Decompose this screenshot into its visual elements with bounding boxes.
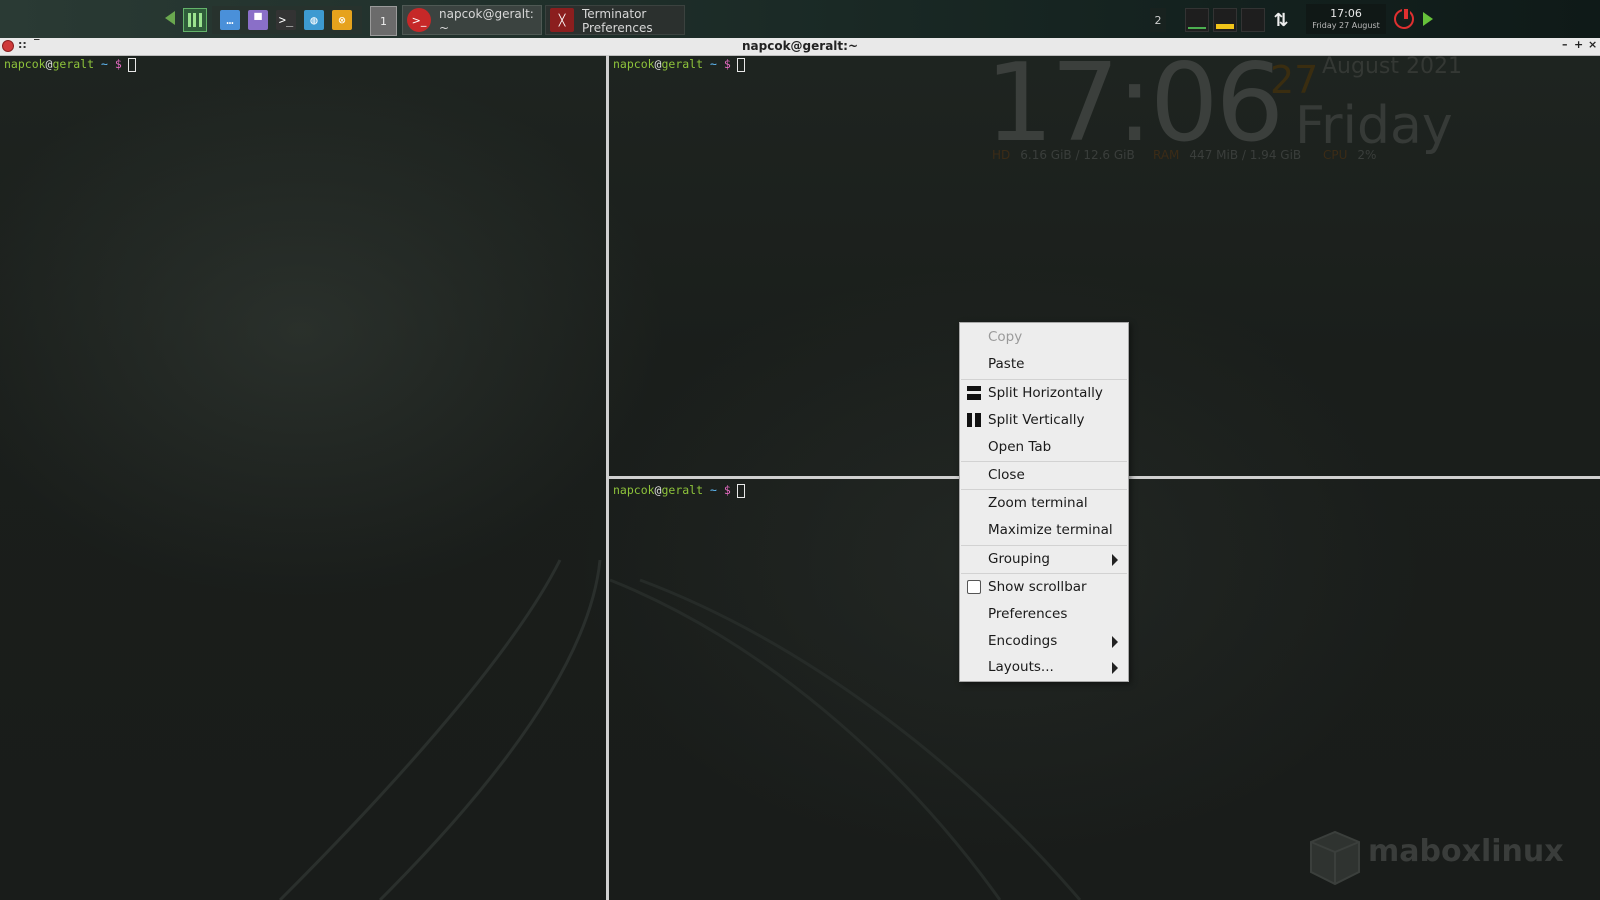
maximize-icon[interactable]: +: [1574, 38, 1583, 51]
power-icon[interactable]: [1394, 7, 1414, 29]
prompt-symbol: $: [114, 57, 122, 71]
task-terminator-preferences[interactable]: ╳ Terminator Preferences: [545, 5, 685, 35]
minimize-icon[interactable]: –: [1562, 38, 1568, 51]
launcher-bar: … ▀ >_ ◍ ⊗: [212, 6, 362, 34]
network-icon[interactable]: ⇅: [1270, 8, 1292, 32]
menu-item-label: Open Tab: [988, 439, 1052, 455]
menu-item-label: Paste: [988, 356, 1025, 372]
menu-item-split-horizontally[interactable]: Split Horizontally: [960, 380, 1128, 407]
terminal-cursor: [127, 57, 136, 72]
menu-item-label: Grouping: [988, 551, 1050, 567]
menu-item-label: Layouts...: [988, 659, 1054, 675]
close-icon[interactable]: ×: [1588, 38, 1597, 51]
terminal-prompt-top-right[interactable]: napcok@geralt ~ $: [613, 57, 745, 72]
terminal-prompt-bottom-right[interactable]: napcok@geralt ~ $: [613, 483, 745, 498]
menu-item-split-vertically[interactable]: Split Vertically: [960, 407, 1128, 434]
checkbox-icon[interactable]: [967, 580, 981, 594]
cpu-label: CPU: [1323, 148, 1348, 162]
prompt-user: napcok: [613, 57, 655, 71]
menu-item-paste[interactable]: Paste: [960, 351, 1128, 378]
hd-label: HD: [992, 148, 1011, 162]
ram-label: RAM: [1153, 148, 1180, 162]
prompt-host: geralt: [661, 57, 704, 71]
menu-item-label: Split Vertically: [988, 412, 1085, 428]
top-panel: … ▀ >_ ◍ ⊗ 1 >_ napcok@geralt: ~ ╳ Termi…: [0, 0, 1600, 38]
menu-item-show-scrollbar[interactable]: Show scrollbar: [960, 574, 1128, 601]
terminal-cursor: [736, 57, 745, 72]
menu-item-label: Preferences: [988, 606, 1068, 622]
conky-ram: RAM 447 MiB / 1.94 GiB: [1153, 148, 1301, 162]
menu-item-encodings[interactable]: Encodings: [960, 628, 1128, 655]
hd-value: 6.16 GiB / 12.6 GiB: [1020, 148, 1135, 162]
menu-item-maximize-terminal[interactable]: Maximize terminal: [960, 517, 1128, 544]
menu-item-preferences[interactable]: Preferences: [960, 601, 1128, 628]
menu-item-open-tab[interactable]: Open Tab: [960, 434, 1128, 461]
menu-item-label: Encodings: [988, 633, 1058, 649]
cpu-graph: [1185, 8, 1209, 32]
menu-item-label: Close: [988, 467, 1025, 483]
submenu-arrow-icon: [1112, 636, 1118, 648]
mabox-logo-icon: [1310, 830, 1360, 886]
ellipsis-icon[interactable]: …: [220, 10, 240, 30]
terminal-red-icon: >_: [407, 8, 431, 32]
terminator-icon: ╳: [550, 8, 574, 32]
conky-weekday: Friday: [1295, 96, 1453, 156]
workspace-2-indicator[interactable]: 2: [1150, 8, 1166, 32]
ram-value: 447 MiB / 1.94 GiB: [1189, 148, 1302, 162]
terminal-icon[interactable]: >_: [276, 10, 296, 30]
conky-month-year: August 2021: [1322, 54, 1462, 79]
browser-icon[interactable]: ◍: [304, 10, 324, 30]
clock-date: Friday 27 August: [1312, 21, 1380, 30]
split-vertical-icon: [967, 413, 981, 427]
prompt-symbol: $: [723, 57, 731, 71]
clock-time: 17:06: [1330, 7, 1362, 20]
prompt-path: ~: [709, 483, 717, 497]
conky-hd: HD 6.16 GiB / 12.6 GiB: [992, 148, 1135, 162]
watermark-text: maboxlinux: [1368, 834, 1564, 869]
conky-time: 17:06: [985, 41, 1284, 166]
task-label: napcok@geralt: ~: [439, 7, 534, 35]
split-horizontal-icon: [967, 386, 981, 400]
menu-item-label: Maximize terminal: [988, 522, 1113, 538]
menu-item-label: Show scrollbar: [988, 579, 1087, 595]
submenu-arrow-icon: [1112, 554, 1118, 566]
menu-item-label: Split Horizontally: [988, 385, 1103, 401]
folder-icon[interactable]: ▀: [248, 10, 268, 30]
prompt-path: ~: [100, 57, 108, 71]
conky-cpu: CPU 2%: [1323, 148, 1376, 162]
window-title: napcok@geralt:~: [741, 39, 858, 53]
terminal-cursor: [736, 483, 745, 498]
prompt-user: napcok: [613, 483, 655, 497]
prompt-symbol: $: [723, 483, 731, 497]
cpu-value: 2%: [1357, 148, 1377, 162]
menu-item-copy[interactable]: Copy: [960, 324, 1128, 351]
swap-graph: [1241, 8, 1265, 32]
prompt-host: geralt: [661, 483, 704, 497]
panel-clock[interactable]: 17:06 Friday 27 August: [1306, 4, 1386, 34]
task-label: Terminator Preferences: [582, 7, 653, 35]
menu-item-layouts[interactable]: Layouts...: [960, 654, 1128, 681]
submenu-arrow-icon: [1112, 662, 1118, 674]
prompt-path: ~: [709, 57, 717, 71]
app-icon[interactable]: ⊗: [332, 10, 352, 30]
prompt-user: napcok: [4, 57, 46, 71]
menu-item-zoom-terminal[interactable]: Zoom terminal: [960, 490, 1128, 517]
menu-item-label: Zoom terminal: [988, 495, 1088, 511]
task-terminal[interactable]: >_ napcok@geralt: ~: [402, 5, 542, 35]
workspace-1-button[interactable]: 1: [370, 6, 397, 36]
collapse-arrow-icon[interactable]: [165, 11, 175, 25]
terminal-prompt-left[interactable]: napcok@geralt ~ $: [4, 57, 136, 72]
menu-item-close[interactable]: Close: [960, 462, 1128, 489]
terminal-context-menu: Copy Paste Split Horizontally Split Vert…: [959, 322, 1129, 682]
memory-graph: [1213, 8, 1237, 32]
app-menu-button[interactable]: [183, 8, 207, 32]
menu-item-label: Copy: [988, 329, 1023, 345]
prompt-host: geralt: [52, 57, 95, 71]
menu-item-grouping[interactable]: Grouping: [960, 546, 1128, 573]
expand-arrow-icon[interactable]: [1423, 12, 1433, 26]
